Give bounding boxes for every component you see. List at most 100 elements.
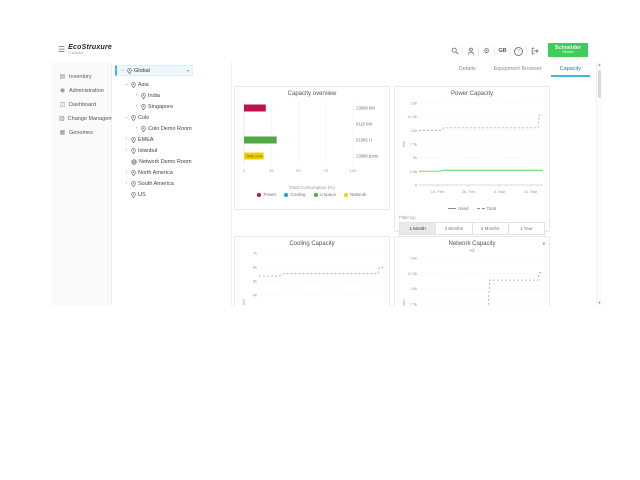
chevron-right-icon[interactable]: › <box>134 126 139 131</box>
tree-item-north-america[interactable]: › North America <box>112 167 231 178</box>
scroll-up-icon[interactable]: ▲ <box>597 62 602 68</box>
svg-text:ports: ports <box>401 300 406 306</box>
tree-item-label: Singapore <box>148 104 173 110</box>
filter-button-6-months[interactable]: 6 Months <box>473 222 509 235</box>
tab-details[interactable]: Details <box>450 62 485 77</box>
chart-legend: PowerCoolingU spaceNetwork <box>239 192 385 197</box>
chevron-right-icon[interactable]: › <box>124 137 129 142</box>
settings-gear-icon[interactable]: ⚙ <box>479 46 495 57</box>
top-header: ☰ EcoStruxure IT Advisor ⚙ GB ? Schneide… <box>52 40 602 63</box>
tree-item-label: EMEA <box>138 137 154 143</box>
svg-text:12.5k: 12.5k <box>407 114 417 119</box>
brand-logo: ☰ EcoStruxure IT Advisor <box>58 44 112 56</box>
chevron-right-icon[interactable]: › <box>124 170 129 175</box>
network-scope-select[interactable]: All <box>399 248 545 253</box>
svg-text:15k: 15k <box>411 101 417 106</box>
tree-item-colo-demo-room[interactable]: › Colo Demo Room <box>112 123 231 134</box>
location-icon <box>131 115 136 121</box>
svg-text:100: 100 <box>350 168 357 173</box>
tree-item-label: Colo <box>138 115 149 121</box>
tree-dropdown-caret-icon[interactable]: ▾ <box>187 68 189 73</box>
svg-text:5k: 5k <box>253 279 257 284</box>
svg-text:25: 25 <box>269 168 274 173</box>
tree-item-network-demo-room[interactable]: Network Demo Room <box>112 156 231 167</box>
sidebar-item-label: Dashboard <box>69 102 96 108</box>
tab-equipment-browser[interactable]: Equipment Browser <box>485 62 551 77</box>
svg-text:7.5k: 7.5k <box>409 302 417 307</box>
chevron-right-icon[interactable]: › <box>124 148 129 153</box>
filter-button-1-month[interactable]: 1 Month <box>399 222 436 235</box>
chevron-down-icon[interactable]: ⌄ <box>124 82 129 87</box>
main-content: DetailsEquipment BrowserCapacity Capacit… <box>232 62 602 306</box>
location-icon <box>141 104 146 110</box>
menu-icon[interactable]: ☰ <box>58 46 65 54</box>
chevron-down-icon[interactable]: ⌄ <box>120 68 125 73</box>
network-capacity-line-chart: 02.5k5k7.5k10k12.5k15kports19. Feb26. Fe… <box>399 254 547 306</box>
card-power-capacity: Power Capacity 02.5k5k7.5k10k12.5k15kkW1… <box>394 86 550 232</box>
filter-button-3-months[interactable]: 3 Months <box>436 222 472 235</box>
sidebar-item-inventory[interactable]: ▤Inventory <box>52 70 111 84</box>
power-capacity-line-chart: 02.5k5k7.5k10k12.5k15kkW19. Feb26. Feb4.… <box>399 99 547 199</box>
chevron-right-icon[interactable]: › <box>134 93 139 98</box>
svg-text:6k: 6k <box>253 265 257 270</box>
tree-item-singapore[interactable]: › Singapore <box>112 101 231 112</box>
filter-button-1-year[interactable]: 1 Year <box>509 222 545 235</box>
help-icon[interactable]: ? <box>511 46 527 57</box>
sidebar-item-change-management[interactable]: ▥Change Management <box>52 112 111 126</box>
scrollbar-thumb[interactable] <box>598 70 601 98</box>
brand-name: EcoStruxure <box>68 44 112 51</box>
tree-item-emea[interactable]: › EMEA <box>112 134 231 145</box>
svg-text:2.5k: 2.5k <box>409 169 417 174</box>
sidebar-item-genomes[interactable]: ▦Genomes <box>52 126 111 140</box>
brand-subtitle: IT Advisor <box>68 52 112 56</box>
sidebar-item-dashboard[interactable]: ◫Dashboard <box>52 98 111 112</box>
logout-icon[interactable] <box>527 46 542 57</box>
tree-item-label: Asia <box>138 82 149 88</box>
legend-dot-icon <box>284 193 288 197</box>
tree-item-istanbul[interactable]: ›Istanbul <box>112 145 231 156</box>
tree-item-us[interactable]: US <box>112 189 231 200</box>
administration-icon: ◉ <box>59 88 66 94</box>
tab-bar: DetailsEquipment BrowserCapacity <box>450 62 590 77</box>
scroll-down-icon[interactable]: ▼ <box>597 300 602 306</box>
svg-text:10k: 10k <box>411 286 417 291</box>
legend-item-power: Power <box>257 192 276 197</box>
svg-text:51965 U: 51965 U <box>356 138 372 143</box>
tree-item-label: Colo Demo Room <box>148 126 192 132</box>
tab-capacity[interactable]: Capacity <box>551 62 590 77</box>
chevron-right-icon[interactable]: › <box>134 104 139 109</box>
chevron-down-icon[interactable]: ⌄ <box>124 115 129 120</box>
svg-text:19. Feb: 19. Feb <box>431 189 445 194</box>
search-icon[interactable] <box>447 46 463 57</box>
tree-item-label: India <box>148 93 160 99</box>
tree-root-label: Global <box>134 68 150 74</box>
vertical-scrollbar[interactable]: ▲ ▼ <box>596 62 602 306</box>
legend-dot-icon <box>257 193 261 197</box>
location-icon <box>141 93 146 99</box>
legend-line-icon <box>448 208 456 209</box>
sidebar-item-label: Inventory <box>69 74 92 80</box>
tree-root-global[interactable]: ⌄ Global ▾ <box>115 65 193 76</box>
location-icon <box>131 170 136 176</box>
legend-item-used: Used <box>448 206 469 211</box>
tree-item-label: North America <box>138 170 173 176</box>
tree-item-colo[interactable]: ⌄ Colo <box>112 112 231 123</box>
user-icon[interactable] <box>463 46 479 57</box>
chart-legend: UsedTotal <box>399 206 545 211</box>
tree-item-asia[interactable]: ⌄ Asia <box>112 79 231 90</box>
select-caret-icon[interactable]: ▾ <box>543 241 545 247</box>
svg-text:5k: 5k <box>413 155 417 160</box>
chevron-right-icon[interactable]: › <box>124 181 129 186</box>
location-icon <box>131 148 136 154</box>
svg-text:11. Mar: 11. Mar <box>524 189 538 194</box>
legend-item-network: Network <box>344 192 367 197</box>
tree-item-south-america[interactable]: ›South America <box>112 178 231 189</box>
locale-button[interactable]: GB <box>495 46 511 57</box>
sidebar-item-administration[interactable]: ◉Administration <box>52 84 111 98</box>
location-icon <box>131 137 136 143</box>
chart-title: Cooling Capacity <box>239 241 385 247</box>
svg-text:50: 50 <box>296 168 301 173</box>
tree-item-india[interactable]: › India <box>112 90 231 101</box>
change-management-icon: ▥ <box>59 116 65 122</box>
legend-line-icon <box>477 208 485 209</box>
